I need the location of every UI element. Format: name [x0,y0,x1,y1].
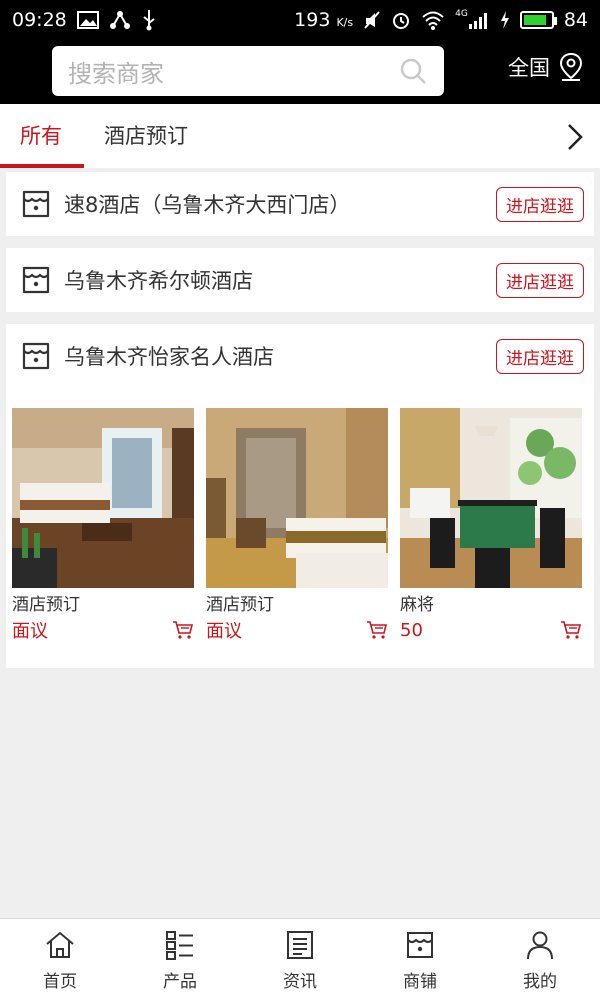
alarm-icon [393,13,410,29]
product-list-icon [166,931,193,960]
nav-label: 首页 [43,972,77,992]
mute-icon [364,11,380,29]
usb-icon [143,10,155,31]
nav-home[interactable]: 首页 [0,919,120,1000]
region-label: 全国 [508,56,550,80]
store-name: 速8酒店（乌鲁木齐大西门店） [64,193,351,217]
product-price: 面议 [206,621,242,642]
image-icon [76,11,99,29]
home-icon [46,931,74,958]
search-input[interactable]: 搜索商家 [52,46,444,96]
nav-mine[interactable]: 我的 [480,919,600,1000]
battery-icon [519,11,557,29]
search-placeholder: 搜索商家 [68,59,164,88]
product-name: 酒店预订 [206,595,274,615]
search-header: 搜索商家 全国 [0,40,600,104]
share-icon [109,11,130,29]
nav-label: 我的 [523,972,557,992]
bottom-nav: 首页 产品 资讯 商铺 我的 [0,918,600,1000]
user-icon [527,931,553,960]
status-time: 09:28 [12,9,67,31]
product-card[interactable]: 酒店预订 面议 [206,408,388,642]
product-image[interactable] [206,408,388,588]
tab-hotel-booking[interactable]: 酒店预订 [104,120,188,150]
product-list: 酒店预订 面议 酒店预订 面议 麻将 50 [6,388,594,642]
store-name: 乌鲁木齐怡家名人酒店 [64,345,274,369]
store-name: 乌鲁木齐希尔顿酒店 [64,269,253,293]
category-tabs: 所有 酒店预订 [0,104,600,168]
product-card[interactable]: 酒店预订 面议 [12,408,194,642]
product-name: 麻将 [400,595,434,615]
visit-store-button[interactable]: 进店逛逛 [496,338,584,374]
network-speed: 193 K/s [294,9,354,31]
product-image[interactable] [400,408,582,588]
location-pin-icon [559,52,583,81]
product-price: 面议 [12,621,48,642]
product-card[interactable]: 麻将 50 [400,408,582,642]
nav-news[interactable]: 资讯 [240,919,360,1000]
wifi-icon [422,11,444,30]
nav-label: 商铺 [403,972,437,992]
visit-store-button[interactable]: 进店逛逛 [496,186,584,222]
shopping-cart-icon[interactable] [172,620,194,640]
store-icon [22,342,50,370]
store-icon [407,932,433,958]
search-icon[interactable] [398,56,428,86]
tab-all[interactable]: 所有 [20,120,62,150]
status-bar: 09:28 193 K/s 4G 84 [0,0,600,40]
store-row[interactable]: 速8酒店（乌鲁木齐大西门店） 进店逛逛 [6,172,594,236]
visit-store-button[interactable]: 进店逛逛 [496,262,584,298]
news-icon [287,931,313,959]
nav-label: 资讯 [283,972,317,992]
signal-icon [468,13,487,29]
shopping-cart-icon[interactable] [560,620,582,640]
battery-level: 84 [563,9,588,31]
signal-type: 4G [455,9,468,19]
charging-icon [500,11,509,29]
active-tab-indicator [0,164,84,168]
chevron-right-icon[interactable] [564,122,586,152]
shopping-cart-icon[interactable] [366,620,388,640]
product-image[interactable] [12,408,194,588]
store-icon [22,190,50,218]
nav-stores[interactable]: 商铺 [360,919,480,1000]
store-row[interactable]: 乌鲁木齐希尔顿酒店 进店逛逛 [6,248,594,312]
nav-products[interactable]: 产品 [120,919,240,1000]
product-price: 50 [400,619,423,641]
nav-label: 产品 [163,972,197,992]
store-icon [22,266,50,294]
region-selector[interactable]: 全国 [508,52,584,82]
product-name: 酒店预订 [12,595,80,615]
store-row[interactable]: 乌鲁木齐怡家名人酒店 进店逛逛 酒店预订 面议 酒店预订 面议 麻将 50 [6,324,594,668]
